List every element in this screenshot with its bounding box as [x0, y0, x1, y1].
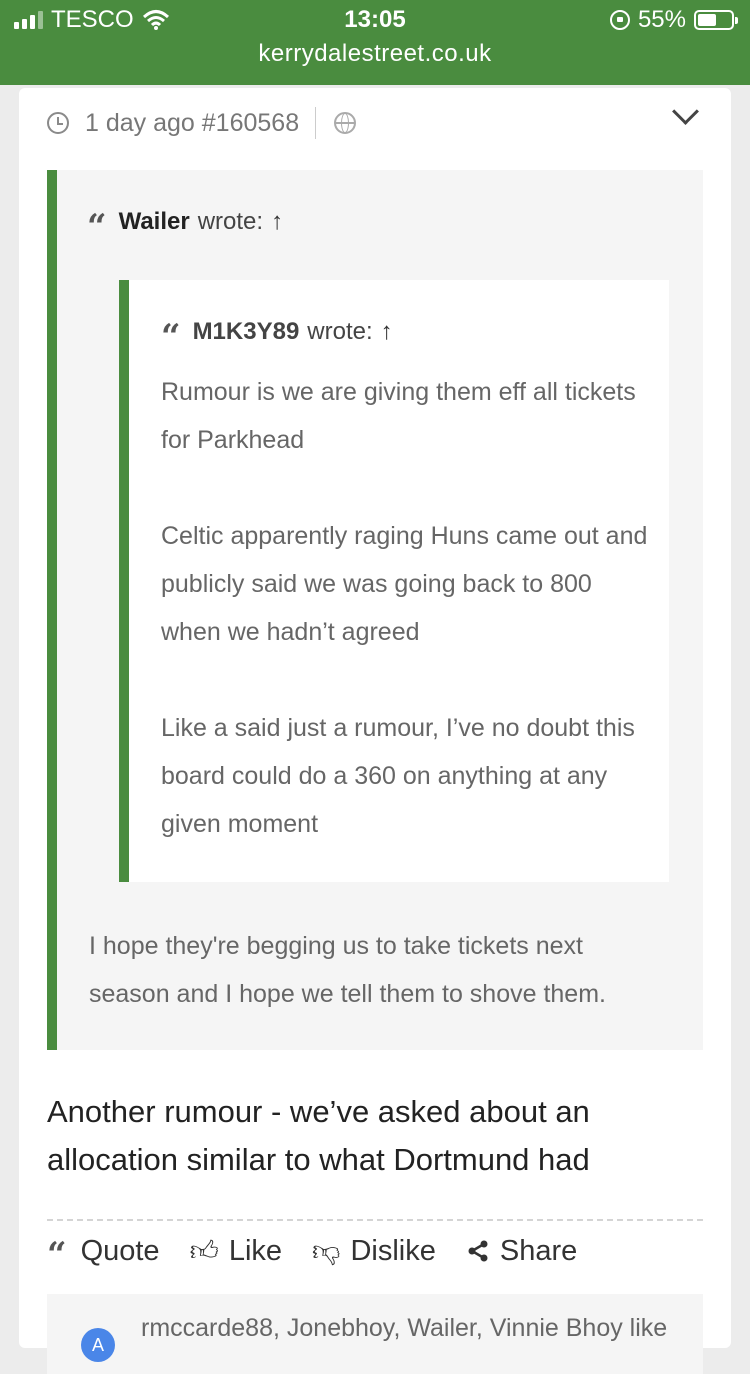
quote-author-name[interactable]: Wailer: [119, 208, 190, 236]
like-button-label: Like: [228, 1234, 283, 1267]
thumbs-up-icon: 👍︎: [189, 1235, 219, 1266]
dislike-button[interactable]: 👎︎ Dislike: [312, 1234, 436, 1268]
post-time[interactable]: 1 day ago: [85, 109, 195, 138]
battery-percent: 55%: [637, 6, 686, 33]
outer-quote-reply: I hope they're begging us to take ticket…: [89, 932, 606, 1008]
post-id[interactable]: #160568: [202, 109, 299, 138]
meta-divider: [315, 107, 317, 139]
inner-quote-text: Rumour is we are giving them eff all tic…: [161, 368, 651, 848]
chevron-down-icon[interactable]: [672, 98, 699, 125]
quote-icon: “: [161, 320, 181, 344]
share-button-label: Share: [499, 1234, 578, 1267]
dislike-button-label: Dislike: [350, 1234, 436, 1267]
avatar[interactable]: A: [81, 1328, 115, 1362]
post-card: 1 day ago #160568 “ Wailer wrote: ↑ “ M1…: [19, 88, 731, 1374]
url-bar[interactable]: kerrydalestreet.co.uk: [0, 40, 750, 68]
quote-paragraph: Like a said just a rumour, I’ve no doubt…: [161, 714, 635, 838]
quote-button[interactable]: “ Quote: [47, 1235, 160, 1268]
clock-icon: [47, 112, 69, 134]
outer-quote: “ Wailer wrote: ↑ “ M1K3Y89 wrote: ↑ Rum…: [47, 170, 703, 1050]
browser-header: TESCO 13:05 55% kerrydalestreet.co.uk: [0, 0, 750, 85]
battery-icon: [694, 10, 738, 30]
likes-box: A rmccarde88, Jonebhoy, Wailer, Vinnie B…: [47, 1294, 703, 1374]
status-right: 55%: [609, 6, 738, 34]
quote-author-name[interactable]: M1K3Y89: [193, 318, 300, 346]
quote-icon: “: [47, 1238, 67, 1264]
share-icon: [468, 1240, 488, 1262]
quote-wrote-label: wrote:: [197, 208, 264, 235]
quote-paragraph: Rumour is we are giving them eff all tic…: [161, 378, 636, 454]
globe-icon: [334, 112, 357, 134]
quote-wrote-label: wrote:: [307, 318, 373, 345]
post-body: Another rumour - we’ve asked about an al…: [47, 1094, 590, 1177]
jump-up-arrow-icon[interactable]: ↑: [381, 318, 393, 346]
share-button[interactable]: Share: [466, 1235, 577, 1268]
outer-quote-header: “ Wailer wrote: ↑: [87, 208, 283, 236]
thumbs-down-icon: 👎︎: [312, 1235, 341, 1266]
jump-up-arrow-icon[interactable]: ↑: [271, 208, 283, 236]
quote-paragraph: Celtic apparently raging Huns came out a…: [161, 522, 648, 646]
like-button[interactable]: 👍︎ Like: [190, 1234, 282, 1268]
inner-quote: “ M1K3Y89 wrote: ↑ Rumour is we are givi…: [119, 280, 669, 882]
likes-list[interactable]: rmccarde88, Jonebhoy, Wailer, Vinnie Bho…: [141, 1314, 667, 1343]
post-actions: “ Quote 👍︎ Like 👎︎ Dislike Share: [47, 1234, 577, 1268]
rotation-lock-icon: [609, 10, 630, 30]
quote-button-label: Quote: [80, 1234, 160, 1267]
inner-quote-header: “ M1K3Y89 wrote: ↑: [161, 318, 393, 346]
action-divider: [47, 1219, 703, 1221]
quote-icon: “: [87, 210, 107, 234]
post-meta: 1 day ago #160568: [47, 106, 357, 140]
